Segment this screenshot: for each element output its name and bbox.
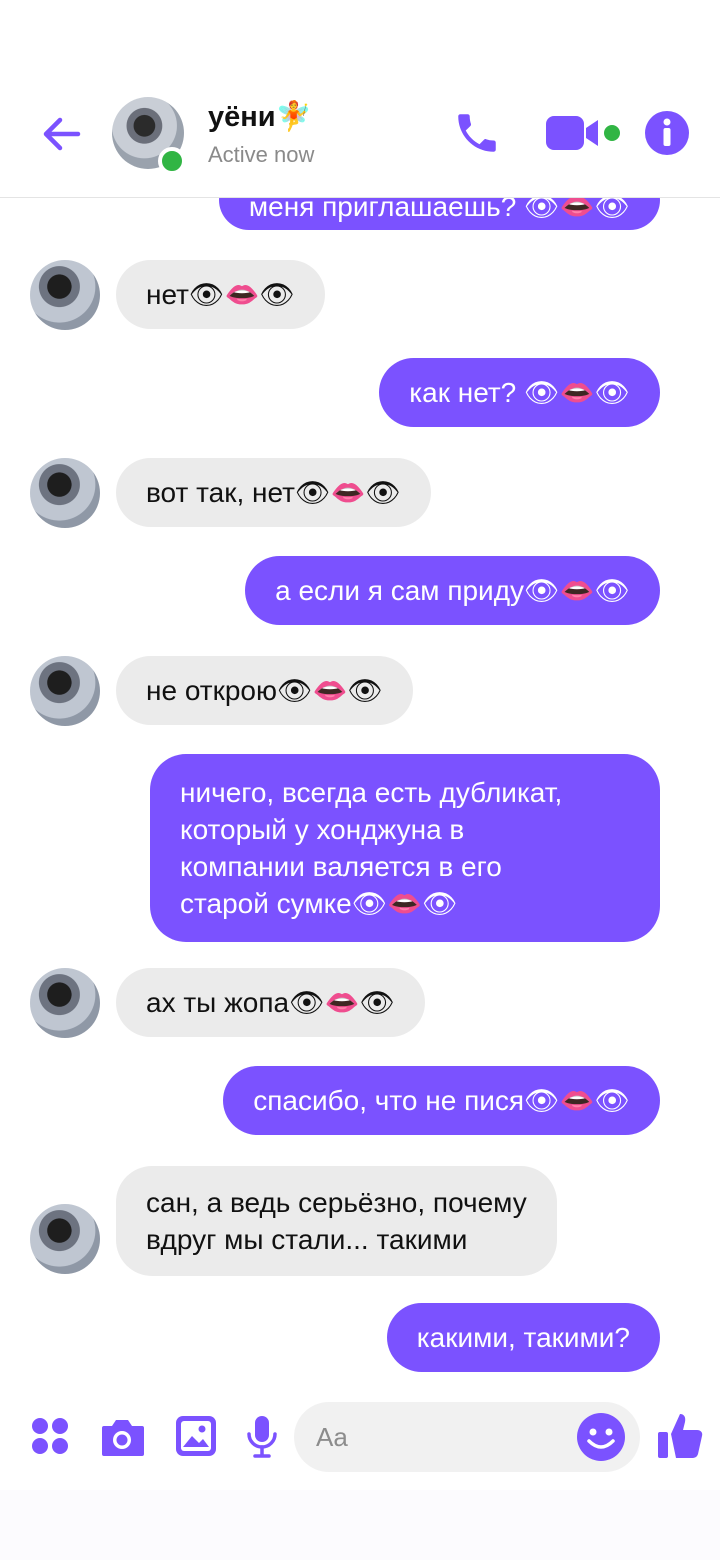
video-camera-icon[interactable] (544, 112, 624, 156)
system-bottom-bar (0, 1490, 720, 1560)
phone-icon[interactable] (452, 108, 502, 158)
contact-avatar-small (30, 458, 100, 528)
contact-avatar-small (30, 1204, 100, 1274)
message-bubble-incoming[interactable]: сан, а ведь серьёзно, почему вдруг мы ст… (116, 1166, 557, 1276)
contact-avatar-small (30, 260, 100, 330)
gallery-icon[interactable] (174, 1414, 218, 1458)
contact-name[interactable]: уёни🧚 (208, 100, 312, 134)
message-bubble-outgoing[interactable]: какими, такими? (386, 1303, 660, 1372)
contact-avatar-small (30, 656, 100, 726)
camera-icon[interactable] (98, 1414, 146, 1458)
contact-avatar-small (30, 968, 100, 1038)
message-bubble-outgoing[interactable]: ничего, всегда есть дубликат, который у … (150, 754, 660, 942)
message-bubble-outgoing[interactable]: как нет? 👁👄👁 (379, 358, 660, 427)
back-arrow-icon[interactable] (38, 110, 86, 158)
contact-status: Active now (208, 142, 315, 167)
message-bubble-outgoing[interactable]: а если я сам приду👁👄👁 (245, 556, 660, 625)
message-bubble-incoming[interactable]: ах ты жопа👁👄👁 (116, 968, 426, 1037)
apps-icon[interactable] (30, 1416, 70, 1456)
message-bubble-incoming[interactable]: не открою👁👄👁 (116, 656, 413, 725)
emoji-icon[interactable] (576, 1412, 626, 1462)
online-status-dot (158, 147, 186, 175)
microphone-icon[interactable] (246, 1414, 278, 1460)
message-bubble-outgoing[interactable]: спасибо, что не пися👁👄👁 (223, 1066, 660, 1135)
message-input[interactable] (316, 1402, 576, 1472)
message-list: меня приглашаешь? 👁👄👁 нет👁👄👁 как нет? 👁👄… (0, 160, 720, 1385)
message-input-container (294, 1402, 640, 1472)
info-icon[interactable] (644, 110, 690, 156)
message-bubble-incoming[interactable]: нет👁👄👁 (116, 260, 325, 329)
chat-header: уёни🧚 Active now (0, 0, 720, 198)
thumbs-up-icon[interactable] (656, 1410, 704, 1460)
message-bubble-incoming[interactable]: вот так, нет👁👄👁 (116, 458, 431, 527)
